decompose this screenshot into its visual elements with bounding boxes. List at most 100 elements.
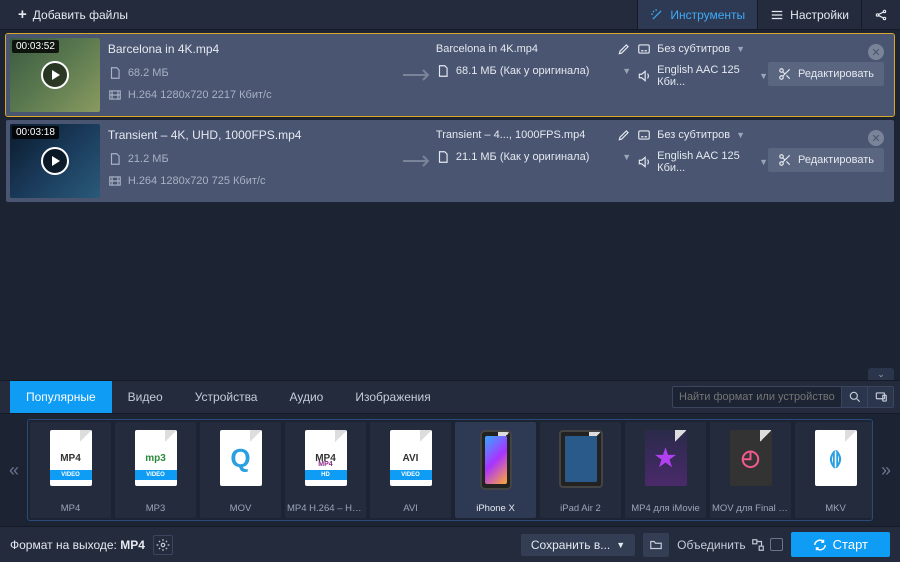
duration-badge: 00:03:52 — [12, 40, 59, 53]
preset-tile[interactable]: AVI VIDEO AVI — [370, 422, 451, 518]
carousel-prev[interactable]: « — [0, 420, 28, 520]
tools-label: Инструменты — [670, 8, 745, 22]
source-codec: H.264 1280x720 2217 Кбит/с — [128, 89, 272, 101]
preset-label: MP4 H.264 – HD 7... — [287, 503, 364, 514]
tools-button[interactable]: Инструменты — [637, 0, 757, 29]
video-thumbnail[interactable]: 00:03:18 — [10, 124, 100, 198]
tab-video[interactable]: Видео — [112, 381, 179, 413]
preset-tile[interactable]: iPad Air 2 — [540, 422, 621, 518]
output-info: Barcelona in 4K.mp4 68.1 МБ (Как у ориги… — [436, 34, 631, 116]
subtitles-label: Без субтитров — [657, 43, 730, 55]
file-icon — [108, 152, 122, 166]
add-files-button[interactable]: + Добавить файлы — [8, 0, 138, 29]
tab-images[interactable]: Изображения — [339, 381, 446, 413]
gear-icon — [156, 538, 170, 552]
presets-pane: ⌄ Популярные Видео Устройства Аудио Изоб… — [0, 380, 900, 526]
tab-audio[interactable]: Аудио — [273, 381, 339, 413]
chevron-down-icon: ▼ — [622, 66, 631, 76]
merge-toggle[interactable]: Объединить — [677, 538, 783, 552]
source-size: 68.2 МБ — [128, 67, 169, 79]
video-codec-icon — [108, 88, 122, 102]
merge-checkbox[interactable] — [770, 538, 783, 551]
scissors-icon — [778, 67, 792, 81]
tracks-info: Без субтитров ▼ English AAC 125 Кби... ▼ — [631, 34, 768, 116]
preset-tile[interactable]: MKV — [795, 422, 872, 518]
preset-tile[interactable]: MOV — [200, 422, 281, 518]
audio-track-dropdown[interactable]: English AAC 125 Кби... ▼ — [637, 150, 768, 174]
edit-button[interactable]: Редактировать — [768, 62, 884, 86]
file-card[interactable]: 00:03:52 Barcelona in 4K.mp4 68.2 МБ H.2… — [6, 34, 894, 116]
start-button[interactable]: Старт — [791, 532, 890, 557]
remove-file-button[interactable]: ✕ — [868, 130, 884, 146]
presets-carousel: « MP4 VIDEO MP4 mp3 VIDEO MP3 MOV MP4 HD… — [0, 414, 900, 526]
edit-button[interactable]: Редактировать — [768, 148, 884, 172]
preset-tile[interactable]: MP4 для iMovie — [625, 422, 706, 518]
speaker-icon — [637, 69, 651, 83]
file-card[interactable]: 00:03:18 Transient – 4K, UHD, 1000FPS.mp… — [6, 120, 894, 202]
subtitles-dropdown[interactable]: Без субтитров ▼ — [637, 128, 768, 142]
presets-strip: MP4 VIDEO MP4 mp3 VIDEO MP3 MOV MP4 HD M… — [28, 420, 872, 520]
merge-label: Объединить — [677, 538, 746, 552]
preset-icon — [815, 430, 857, 486]
subtitles-dropdown[interactable]: Без субтитров ▼ — [637, 42, 768, 56]
video-thumbnail[interactable]: 00:03:52 — [10, 38, 100, 112]
play-icon[interactable] — [41, 147, 69, 175]
remove-file-button[interactable]: ✕ — [868, 44, 884, 60]
detect-device-button[interactable] — [868, 386, 894, 408]
chevron-down-icon: ▼ — [759, 157, 768, 167]
video-codec-icon — [108, 174, 122, 188]
source-size-row: 68.2 МБ — [108, 66, 393, 80]
duration-badge: 00:03:18 — [12, 126, 59, 139]
edit-label: Редактировать — [798, 154, 874, 166]
preset-icon — [220, 430, 262, 486]
file-actions: ✕ Редактировать — [768, 120, 894, 202]
output-filename-row: Transient – 4..., 1000FPS.mp4 — [436, 128, 631, 142]
subtitle-icon — [637, 128, 651, 142]
share-button[interactable] — [861, 0, 900, 29]
preset-tile[interactable]: MP4 HD MP4 MP4 H.264 – HD 7... — [285, 422, 366, 518]
source-filename: Barcelona in 4K.mp4 — [108, 42, 393, 56]
carousel-next[interactable]: » — [872, 420, 900, 520]
rename-button[interactable] — [617, 42, 631, 56]
settings-button[interactable]: Настройки — [757, 0, 861, 29]
search-input[interactable] — [672, 386, 842, 408]
play-icon[interactable] — [41, 61, 69, 89]
browse-folder-button[interactable] — [643, 533, 669, 557]
preset-icon: mp3 VIDEO — [135, 430, 177, 486]
source-size-row: 21.2 МБ — [108, 152, 393, 166]
tab-devices[interactable]: Устройства — [179, 381, 274, 413]
preset-label: AVI — [372, 503, 449, 514]
source-codec-row: H.264 1280x720 725 Кбит/с — [108, 174, 393, 188]
save-destination-dropdown[interactable]: Сохранить в... ▼ — [521, 534, 635, 556]
convert-icon — [813, 538, 827, 552]
file-icon — [108, 66, 122, 80]
preset-label: MP4 — [32, 503, 109, 514]
preset-label: iPad Air 2 — [542, 503, 619, 514]
file-icon — [436, 64, 450, 78]
preset-tile[interactable]: iPhone X — [455, 422, 536, 518]
output-size-row[interactable]: 21.1 МБ (Как у оригинала) ▼ — [436, 150, 631, 164]
preset-tile[interactable]: MP4 VIDEO MP4 — [30, 422, 111, 518]
subtitles-label: Без субтитров — [657, 129, 730, 141]
chevron-down-icon: ▼ — [736, 130, 745, 140]
subtitle-icon — [637, 42, 651, 56]
edit-label: Редактировать — [798, 68, 874, 80]
preset-tile[interactable]: MOV для Final Cut... — [710, 422, 791, 518]
search-button[interactable] — [842, 386, 868, 408]
format-settings-button[interactable] — [153, 535, 173, 555]
chevron-down-icon: ▼ — [759, 71, 768, 81]
preset-tile[interactable]: mp3 VIDEO MP3 — [115, 422, 196, 518]
output-size-row[interactable]: 68.1 МБ (Как у оригинала) ▼ — [436, 64, 631, 78]
file-actions: ✕ Редактировать — [768, 34, 894, 116]
chevron-down-icon: ▼ — [622, 152, 631, 162]
rename-button[interactable] — [617, 128, 631, 142]
output-filename-row: Barcelona in 4K.mp4 — [436, 42, 631, 56]
category-tabs: Популярные Видео Устройства Аудио Изобра… — [0, 380, 900, 414]
merge-icon — [751, 538, 765, 552]
audio-track-dropdown[interactable]: English AAC 125 Кби... ▼ — [637, 64, 768, 88]
source-filename: Transient – 4K, UHD, 1000FPS.mp4 — [108, 128, 393, 142]
tab-popular[interactable]: Популярные — [10, 381, 112, 413]
collapse-toggle[interactable]: ⌄ — [868, 368, 894, 380]
preset-label: MP3 — [117, 503, 194, 514]
speaker-icon — [637, 155, 651, 169]
